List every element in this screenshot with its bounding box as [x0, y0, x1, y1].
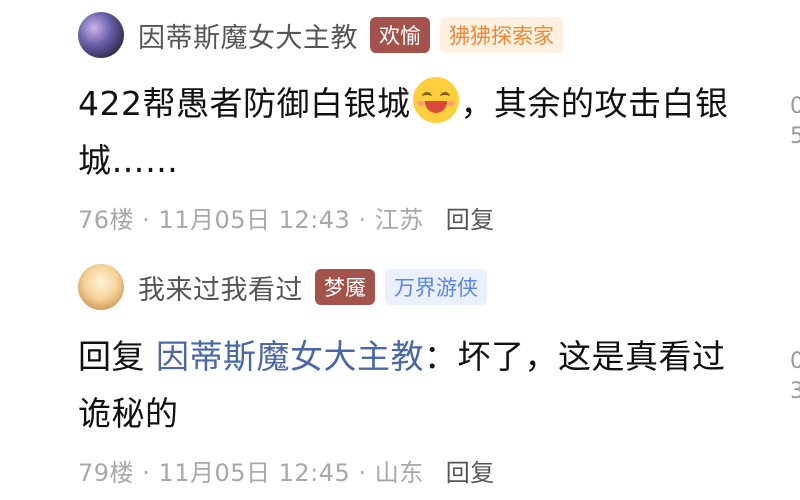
- edge-char: 3: [790, 379, 800, 404]
- comment-header: 因蒂斯魔女大主教 欢愉 狒狒探索家: [78, 12, 573, 58]
- timestamp: 11月05日 12:45: [158, 459, 351, 487]
- grinning-face-emoji-icon: [412, 77, 459, 123]
- reply-button[interactable]: 回复: [446, 459, 495, 487]
- comment-thread: 因蒂斯魔女大主教 欢愉 狒狒探索家 422帮愚者防御白银城 ，其余的攻击白银城………: [0, 0, 800, 500]
- edge-char: 0: [790, 349, 800, 374]
- reply-prefix: 回复: [78, 337, 145, 376]
- location: 江苏: [374, 206, 424, 234]
- comment-text-part: 422帮愚者防御白银城: [78, 84, 411, 123]
- title-badge: 万界游侠: [385, 269, 487, 305]
- avatar[interactable]: [78, 264, 124, 310]
- separator: ·: [134, 459, 159, 487]
- floor-number: 79楼: [78, 459, 135, 487]
- username[interactable]: 我来过我看过: [138, 268, 303, 307]
- comment-text: 回复 因蒂斯魔女大主教：坏了，这是真看过诡秘的: [78, 328, 758, 442]
- reply-button[interactable]: 回复: [446, 206, 495, 234]
- comment-text: 422帮愚者防御白银城 ，其余的攻击白银城……: [78, 75, 758, 189]
- reply-target-mention[interactable]: 因蒂斯魔女大主教: [156, 337, 424, 376]
- level-badge: 欢愉: [370, 17, 430, 53]
- title-badge: 狒狒探索家: [440, 17, 563, 53]
- username[interactable]: 因蒂斯魔女大主教: [138, 16, 358, 55]
- avatar[interactable]: [78, 12, 124, 58]
- timestamp: 11月05日 12:43: [158, 206, 351, 234]
- edge-count-partial[interactable]: 0 5: [790, 92, 800, 152]
- comment-meta: 79楼 · 11月05日 12:45 · 山东 回复: [78, 453, 495, 488]
- edge-char: 5: [790, 124, 800, 149]
- separator: ·: [350, 206, 375, 234]
- comment-meta: 76楼 · 11月05日 12:43 · 江苏 回复: [78, 200, 495, 235]
- location: 山东: [374, 459, 424, 487]
- comment-header: 我来过我看过 梦魇 万界游侠: [78, 264, 497, 310]
- level-badge: 梦魇: [315, 269, 375, 305]
- separator: ·: [350, 459, 375, 487]
- separator: ·: [134, 206, 159, 234]
- floor-number: 76楼: [78, 206, 135, 234]
- edge-char: 0: [790, 94, 800, 119]
- edge-count-partial[interactable]: 0 3: [790, 347, 800, 407]
